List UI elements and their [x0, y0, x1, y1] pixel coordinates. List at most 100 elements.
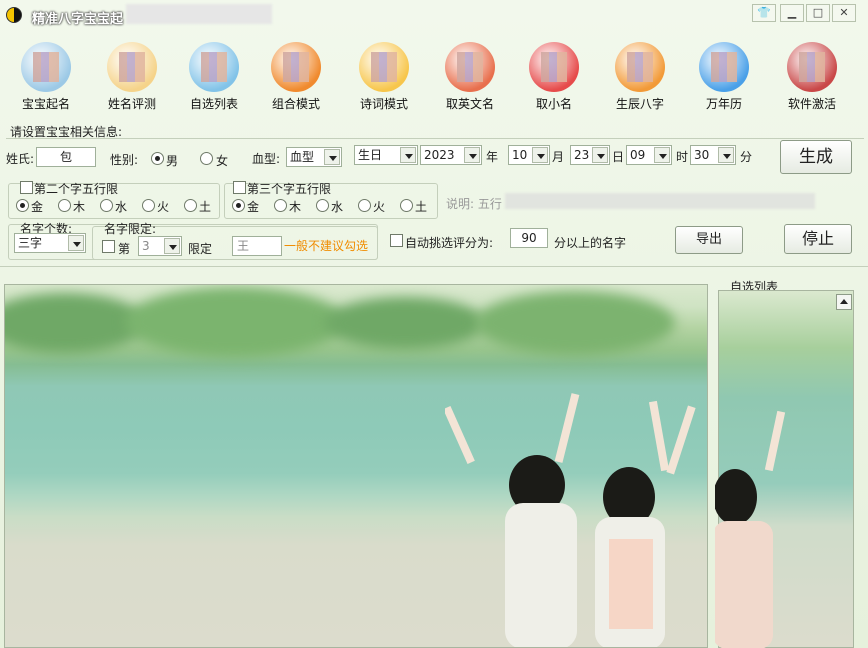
chevron-down-icon: [592, 147, 608, 163]
minute-value: 30: [694, 148, 710, 162]
year-select[interactable]: 2023: [420, 145, 482, 165]
toolbar-button-4[interactable]: 诗词模式: [344, 40, 424, 112]
pixelated-icon-overlay: [457, 52, 483, 82]
gender-label: 性别:: [110, 153, 139, 167]
month-unit: 月: [552, 150, 565, 164]
toolbar-button-3[interactable]: 组合模式: [256, 40, 336, 112]
toolbar-button-6[interactable]: 取小名: [514, 40, 594, 112]
third-element-label-4: 土: [415, 200, 428, 214]
bazi-icon: [615, 42, 665, 92]
photo-tree: [5, 293, 145, 353]
month-select[interactable]: 10: [508, 145, 550, 165]
third-element-radio-1[interactable]: [274, 199, 287, 212]
limit-text: 限定: [188, 242, 213, 256]
birthday-select[interactable]: 生日: [354, 145, 418, 165]
maximize-button[interactable]: □: [806, 4, 830, 22]
second-element-label-2: 水: [115, 200, 128, 214]
toolbar-button-2[interactable]: 自选列表: [174, 40, 254, 112]
toolbar-label: 宝宝起名: [21, 97, 70, 111]
photo-tree: [125, 287, 345, 357]
toolbar-button-5[interactable]: 取英文名: [430, 40, 510, 112]
second-element-radio-2[interactable]: [100, 199, 113, 212]
day-value: 23: [574, 148, 590, 162]
second-char-checkbox[interactable]: [20, 181, 33, 194]
day-select[interactable]: 23: [570, 145, 610, 165]
third-element-radio-3[interactable]: [358, 199, 371, 212]
toolbar-label: 取英文名: [445, 97, 494, 111]
second-element-radio-1[interactable]: [58, 199, 71, 212]
limit-position-select[interactable]: 3: [138, 236, 182, 256]
third-element-label-0: 金: [247, 200, 260, 214]
name-limit-checkbox[interactable]: [102, 240, 115, 253]
minimize-button[interactable]: ▁: [780, 4, 804, 22]
toolbar-label: 生辰八字: [615, 97, 664, 111]
year-value: 2023: [424, 148, 455, 162]
stop-button[interactable]: 停止: [784, 224, 852, 254]
skin-button[interactable]: 👕: [752, 4, 776, 22]
toolbar-button-7[interactable]: 生辰八字: [600, 40, 680, 112]
toolbar-button-9[interactable]: 软件激活: [772, 40, 852, 112]
year-unit: 年: [486, 150, 499, 164]
minute-select[interactable]: 30: [690, 145, 736, 165]
name-count-select[interactable]: 三字: [14, 233, 86, 253]
second-element-label-1: 木: [73, 200, 86, 214]
photo-tree: [475, 291, 675, 355]
title-bar[interactable]: 精准八字宝宝起 👕 ▁ □ ✕: [0, 0, 868, 30]
toolbar-button-1[interactable]: 姓名评测: [92, 40, 172, 112]
shirt-icon: 👕: [757, 6, 771, 19]
note-label: 说明: 五行: [446, 197, 502, 211]
calendar-icon: [699, 42, 749, 92]
second-element-radio-4[interactable]: [184, 199, 197, 212]
hour-unit: 时: [676, 150, 689, 164]
gender-male-label: 男: [166, 154, 179, 168]
auto-pick-score-input[interactable]: 90: [510, 228, 548, 248]
export-button[interactable]: 导出: [675, 226, 743, 254]
third-element-radio-2[interactable]: [316, 199, 329, 212]
surname-input[interactable]: 包: [36, 147, 96, 167]
photo-tree: [325, 297, 485, 349]
name-limit-label: 名字限定:: [104, 222, 157, 236]
pixelated-icon-overlay: [33, 52, 59, 82]
toolbar-button-0[interactable]: 宝宝起名: [6, 40, 86, 112]
hour-value: 09: [630, 148, 646, 162]
minute-unit: 分: [740, 150, 753, 164]
generate-button[interactable]: 生成: [780, 140, 852, 174]
second-element-label-3: 火: [157, 200, 170, 214]
pixelated-icon-overlay: [119, 52, 145, 82]
scroll-up-button[interactable]: [836, 294, 852, 310]
activate-icon: [787, 42, 837, 92]
app-window: 精准八字宝宝起 👕 ▁ □ ✕ 宝宝起名 姓名评测 自选列表 组合模式 诗词模式 取英文名…: [0, 0, 868, 648]
gender-female-radio[interactable]: [200, 152, 213, 165]
blood-value: 血型: [290, 150, 315, 164]
custom-list-panel[interactable]: [715, 290, 854, 648]
title-blur: [126, 4, 272, 24]
second-element-radio-0[interactable]: [16, 199, 29, 212]
surname-label: 姓氏:: [6, 152, 35, 166]
close-button[interactable]: ✕: [832, 4, 856, 22]
toolbar-button-8[interactable]: 万年历: [684, 40, 764, 112]
third-char-label: 第三个字五行限: [247, 182, 332, 196]
second-element-label-0: 金: [31, 200, 44, 214]
results-area[interactable]: [4, 284, 708, 648]
chevron-down-icon: [464, 147, 480, 163]
toolbar-label: 软件激活: [787, 97, 836, 111]
chevron-down-icon: [718, 147, 734, 163]
limit-char-input[interactable]: 王: [232, 236, 282, 256]
third-char-checkbox[interactable]: [233, 181, 246, 194]
chevron-down-icon: [400, 147, 416, 163]
toolbar-label: 自选列表: [189, 97, 238, 111]
toolbar-label: 诗词模式: [359, 97, 408, 111]
hour-select[interactable]: 09: [626, 145, 672, 165]
third-element-radio-0[interactable]: [232, 199, 245, 212]
gender-male-radio[interactable]: [151, 152, 164, 165]
yin-yang-logo-icon: [6, 7, 22, 23]
month-value: 10: [512, 148, 528, 162]
english-name-icon: [445, 42, 495, 92]
close-icon: ✕: [839, 6, 849, 19]
second-element-radio-3[interactable]: [142, 199, 155, 212]
third-element-radio-4[interactable]: [400, 199, 413, 212]
auto-pick-checkbox[interactable]: [390, 234, 403, 247]
blood-select[interactable]: 血型: [286, 147, 342, 167]
note-text-blur: [505, 193, 815, 209]
pixelated-icon-overlay: [541, 52, 567, 82]
